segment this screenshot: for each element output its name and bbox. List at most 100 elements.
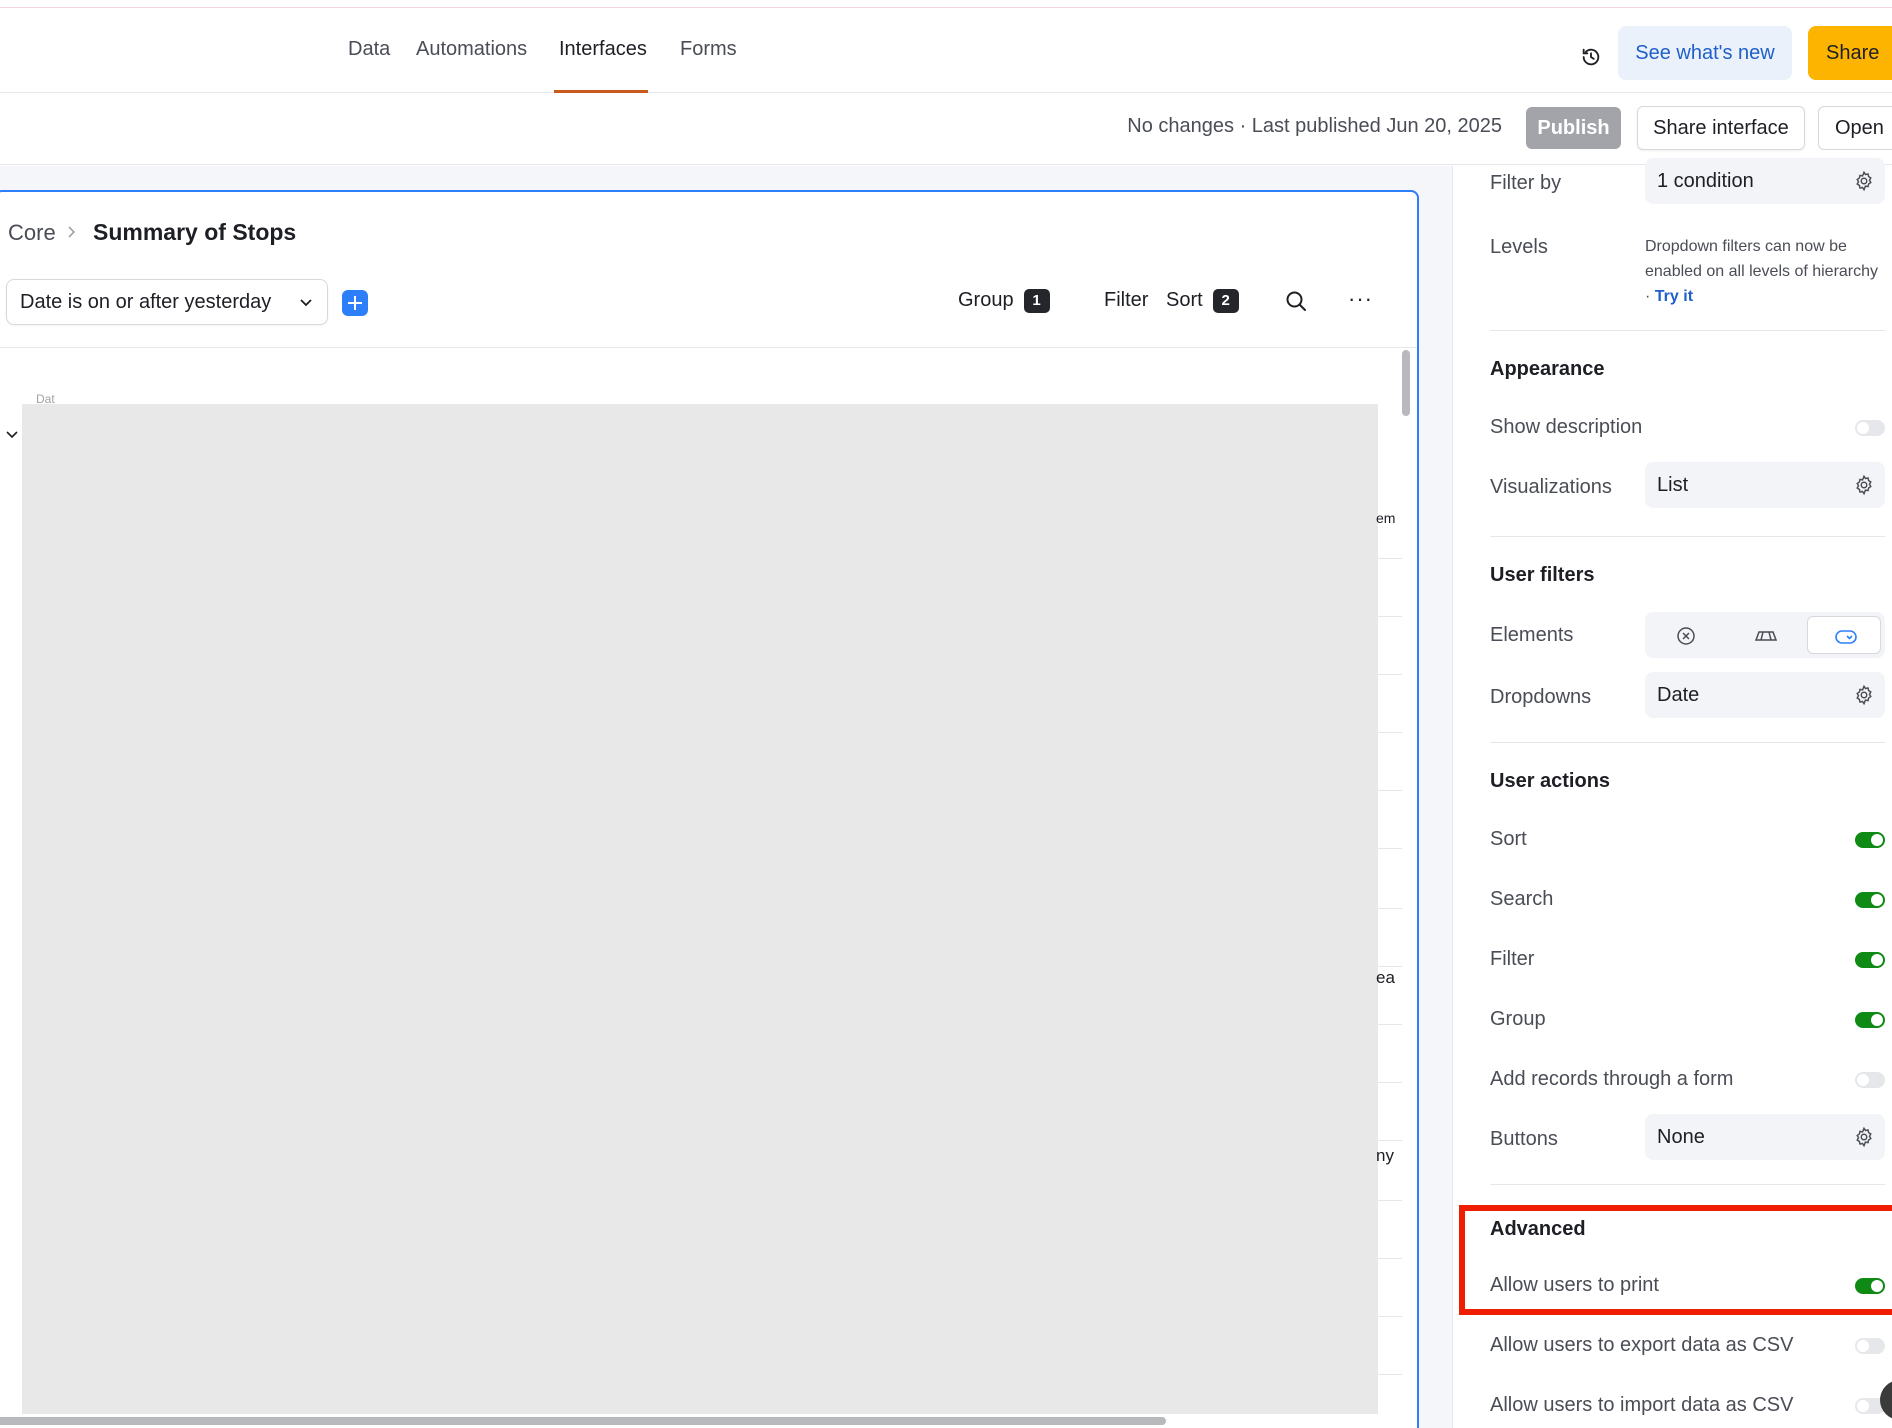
filter-by-label: Filter by	[1490, 172, 1562, 194]
element-option-dropdown[interactable]	[1807, 616, 1881, 654]
row-divider	[1378, 790, 1402, 791]
row-divider	[1378, 1140, 1402, 1141]
share-interface-button[interactable]: Share interface	[1637, 106, 1805, 150]
tab-interfaces[interactable]: Interfaces	[559, 38, 647, 61]
publish-bar: No changes · Last published Jun 20, 2025…	[0, 93, 1892, 165]
clipped-cell-text: em	[1376, 510, 1396, 526]
breadcrumb-chevron-icon	[68, 226, 76, 238]
section-divider	[1490, 1184, 1885, 1185]
horizontal-scrollbar[interactable]	[0, 1417, 1166, 1425]
user-actions-heading: User actions	[1490, 770, 1611, 792]
page-title: Summary of Stops	[93, 219, 297, 245]
clipped-cell-text: ea	[1376, 968, 1395, 987]
dropdowns-value: Date	[1657, 684, 1700, 706]
group-action-label: Group	[1490, 1008, 1546, 1030]
top-strip	[0, 0, 1892, 8]
row-divider	[1378, 1316, 1402, 1317]
show-description-toggle[interactable]	[1855, 420, 1885, 436]
tab-data[interactable]: Data	[348, 38, 390, 61]
section-divider	[1490, 742, 1885, 743]
top-nav: Data Automations Interfaces Forms See wh…	[0, 8, 1892, 93]
filter-by-field[interactable]: 1 condition	[1645, 158, 1885, 204]
row-divider	[1378, 966, 1402, 967]
filter-button[interactable]: Filter	[1104, 289, 1148, 312]
group-collapse-chevron-icon[interactable]	[6, 430, 18, 440]
publish-button[interactable]: Publish	[1526, 107, 1621, 149]
allow-export-label: Allow users to export data as CSV	[1490, 1334, 1794, 1356]
buttons-value: None	[1657, 1126, 1705, 1148]
row-divider	[1378, 616, 1402, 617]
more-options-button[interactable]: ···	[1348, 286, 1373, 312]
show-description-label: Show description	[1490, 416, 1643, 438]
buttons-field[interactable]: None	[1645, 1114, 1885, 1160]
section-divider	[1490, 536, 1885, 537]
row-divider	[1378, 1024, 1402, 1025]
levels-label: Levels	[1490, 236, 1548, 258]
chevron-down-icon	[300, 299, 312, 307]
visualizations-field[interactable]: List	[1645, 462, 1885, 508]
allow-export-toggle[interactable]	[1855, 1338, 1885, 1354]
publish-status: No changes · Last published Jun 20, 2025	[1127, 115, 1502, 137]
visualizations-label: Visualizations	[1490, 476, 1612, 498]
row-divider	[1378, 848, 1402, 849]
open-button[interactable]: Open	[1818, 106, 1892, 150]
element-option-clear[interactable]	[1649, 616, 1723, 654]
add-records-toggle[interactable]	[1855, 1072, 1885, 1088]
sort-button[interactable]: Sort 2	[1166, 289, 1239, 313]
gear-icon[interactable]	[1853, 170, 1875, 192]
try-it-link[interactable]: Try it	[1655, 288, 1693, 305]
tab-automations[interactable]: Automations	[416, 38, 527, 61]
element-option-tabs[interactable]	[1728, 616, 1802, 654]
clipped-cell-text: ny	[1376, 1146, 1394, 1165]
share-button[interactable]: Share	[1808, 26, 1892, 80]
elements-label: Elements	[1490, 624, 1574, 646]
tab-forms[interactable]: Forms	[680, 38, 737, 61]
group-action-toggle[interactable]	[1855, 1012, 1885, 1028]
row-divider	[1378, 558, 1402, 559]
toolbar-divider	[0, 347, 1417, 348]
search-action-toggle[interactable]	[1855, 892, 1885, 908]
history-icon[interactable]	[1580, 46, 1602, 68]
redacted-list-content	[22, 404, 1378, 1414]
allow-import-label: Allow users to import data as CSV	[1490, 1394, 1794, 1416]
buttons-label: Buttons	[1490, 1128, 1558, 1150]
breadcrumb-parent[interactable]: Core	[8, 220, 56, 246]
vertical-scrollbar[interactable]	[1402, 350, 1410, 416]
dropdowns-field[interactable]: Date	[1645, 672, 1885, 718]
search-action-label: Search	[1490, 888, 1554, 910]
gear-icon[interactable]	[1853, 474, 1875, 496]
filter-action-toggle[interactable]	[1855, 952, 1885, 968]
sort-label: Sort	[1166, 289, 1203, 311]
gear-icon[interactable]	[1853, 684, 1875, 706]
appearance-heading: Appearance	[1490, 358, 1605, 380]
filter-by-value: 1 condition	[1657, 170, 1754, 192]
group-button[interactable]: Group 1	[958, 289, 1050, 313]
clear-filter-icon	[1677, 627, 1695, 645]
user-filters-heading: User filters	[1490, 564, 1595, 586]
date-filter-label: Date is on or after yesterday	[20, 291, 272, 313]
whats-new-button[interactable]: See what's new	[1618, 26, 1792, 80]
row-divider	[1378, 674, 1402, 675]
interface-page-panel[interactable]: Core Summary of Stops Date is on or afte…	[0, 190, 1419, 1428]
sort-count-badge: 2	[1212, 289, 1239, 313]
group-label: Group	[958, 289, 1014, 311]
levels-hint: Dropdown filters can now be enabled on a…	[1645, 234, 1885, 309]
highlight-annotation-box	[1459, 1205, 1892, 1315]
elements-segmented-control	[1645, 612, 1885, 658]
date-filter-dropdown[interactable]: Date is on or after yesterday	[6, 279, 328, 325]
filter-action-label: Filter	[1490, 948, 1535, 970]
group-count-badge: 1	[1023, 289, 1050, 313]
row-divider	[1378, 1200, 1402, 1201]
sort-action-label: Sort	[1490, 828, 1527, 850]
sort-action-toggle[interactable]	[1855, 832, 1885, 848]
add-filter-button[interactable]	[342, 290, 368, 316]
dropdowns-label: Dropdowns	[1490, 686, 1592, 708]
section-divider	[1490, 330, 1885, 331]
search-icon[interactable]	[1284, 289, 1308, 313]
gear-icon[interactable]	[1853, 1126, 1875, 1148]
row-divider	[1378, 1258, 1402, 1259]
visualizations-value: List	[1657, 474, 1689, 496]
row-divider	[1378, 732, 1402, 733]
dropdown-icon	[1835, 630, 1857, 644]
row-divider	[1378, 908, 1402, 909]
